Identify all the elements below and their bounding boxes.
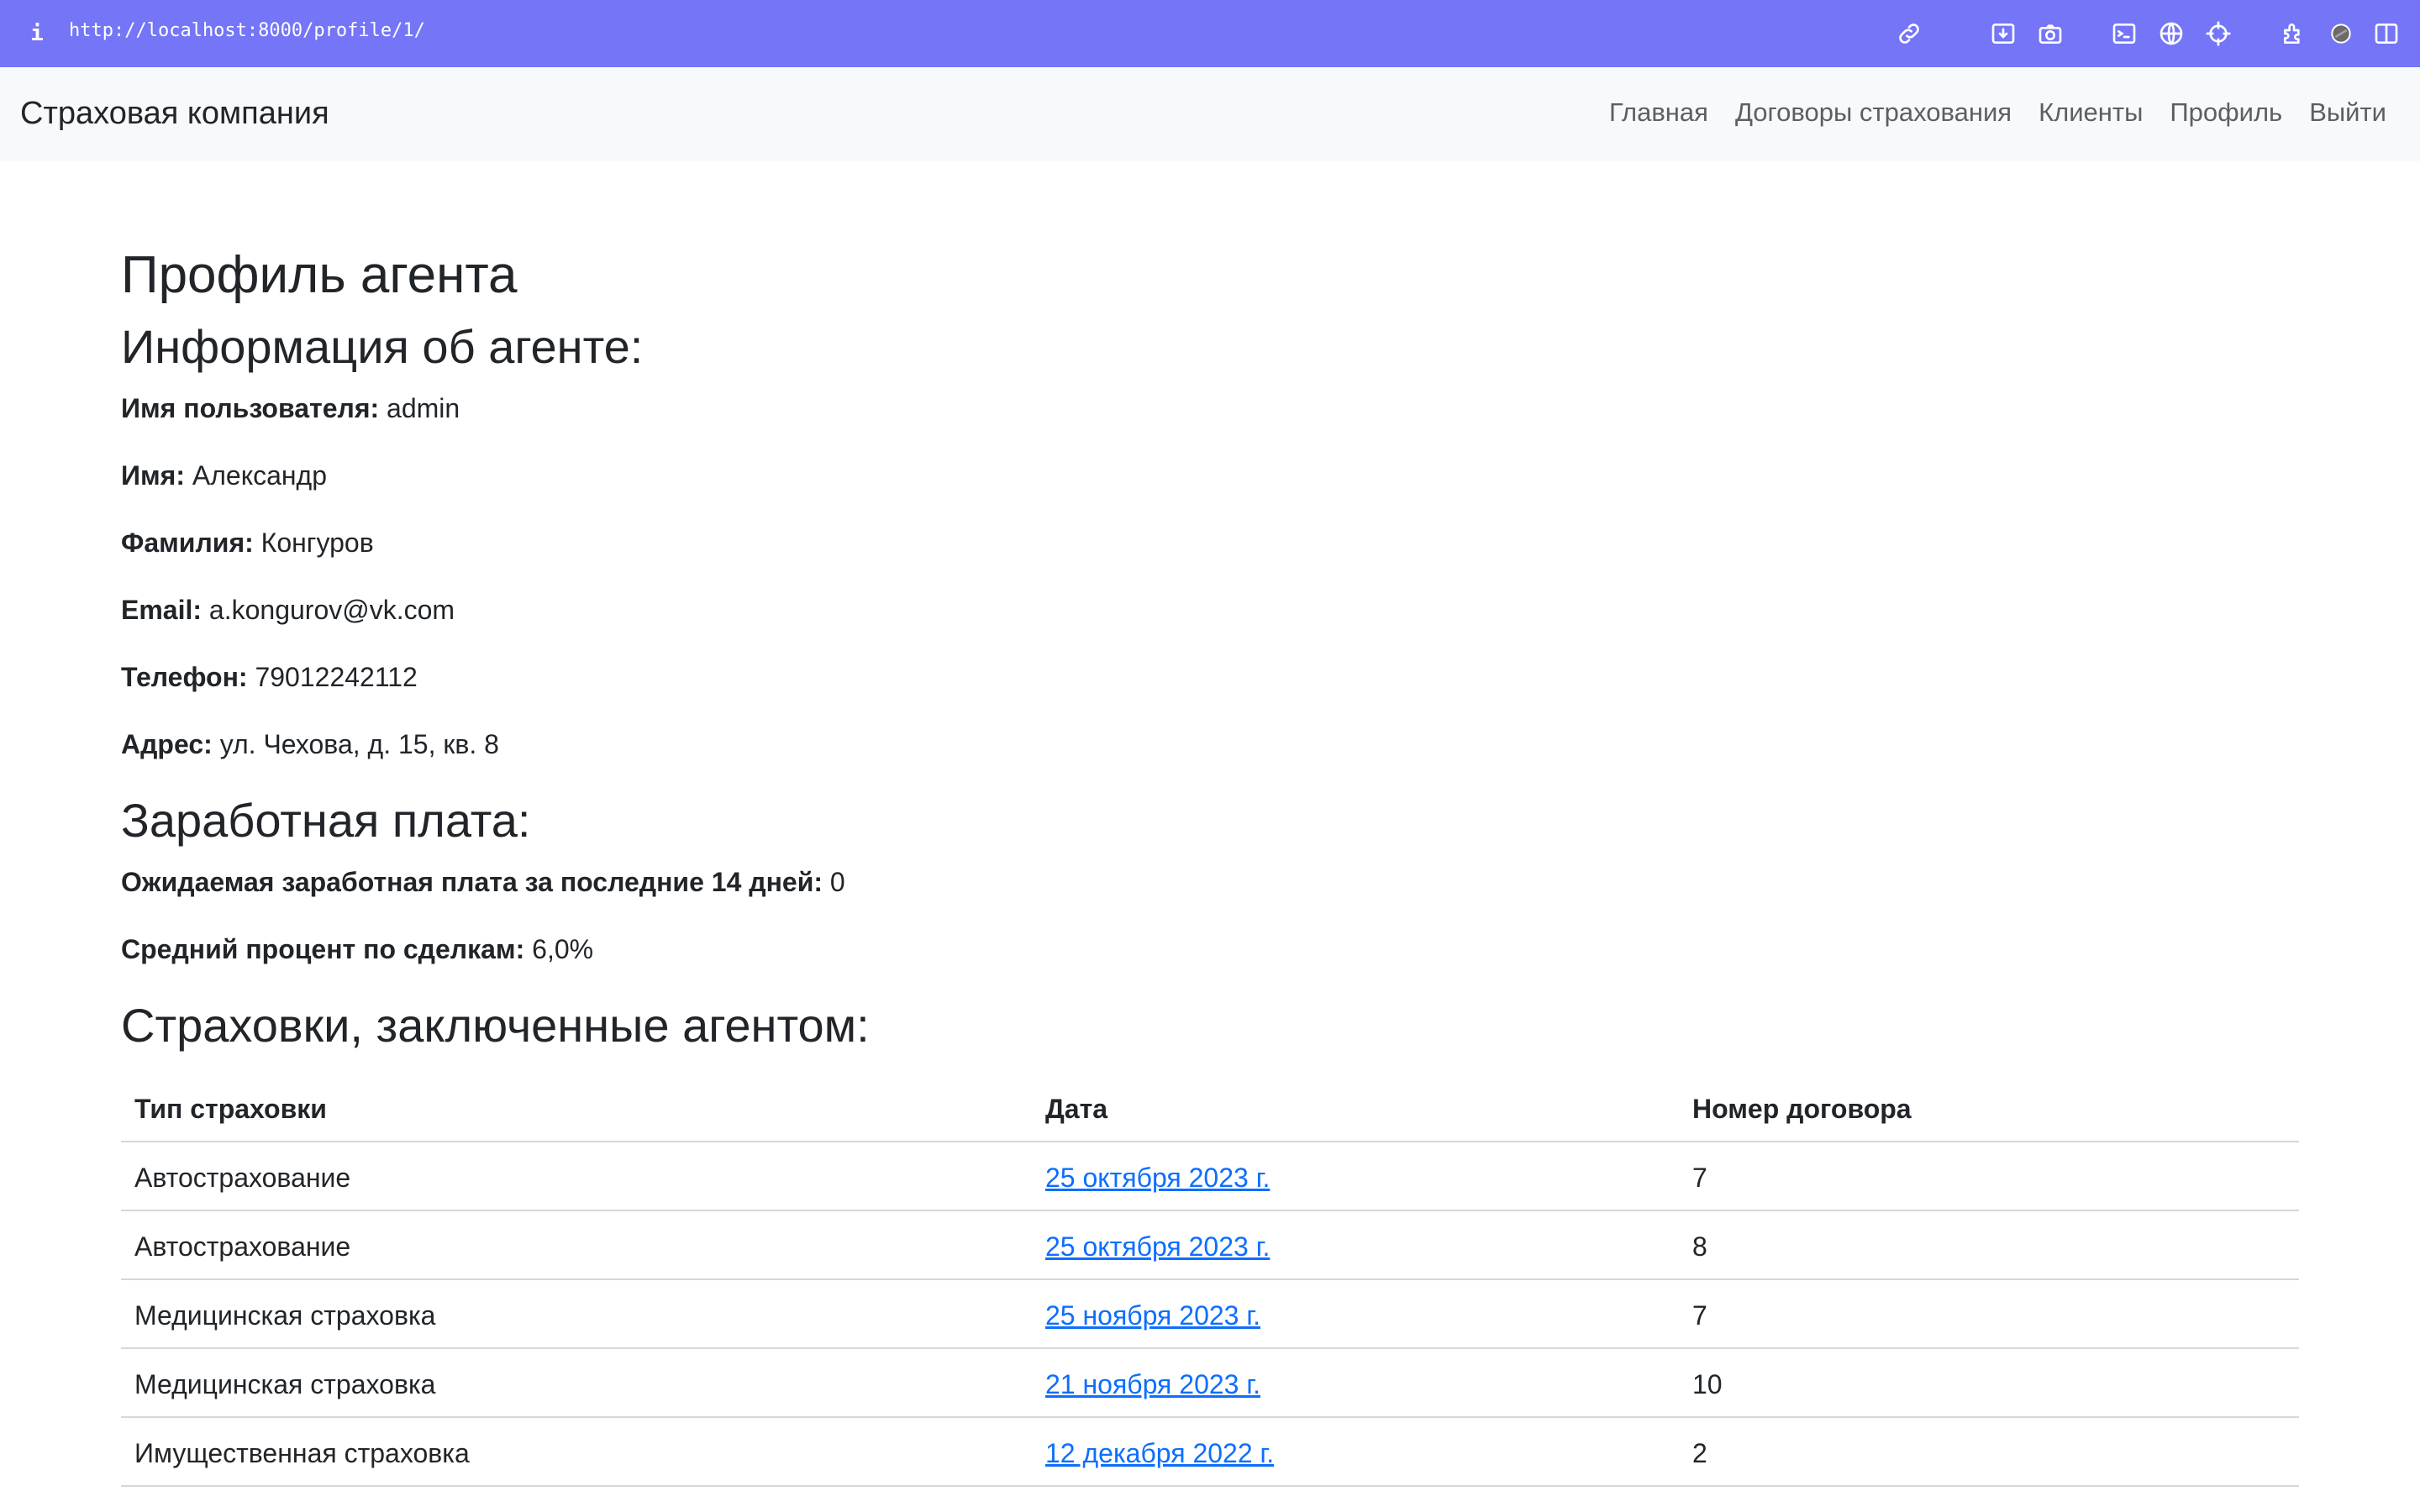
field-value: Конгуров <box>260 528 374 558</box>
page-title: Профиль агента <box>121 246 518 304</box>
browser-toolbar: i http://localhost:8000/profile/1/ <box>0 0 2420 67</box>
cell-number: 10 <box>1692 1369 1723 1399</box>
terminal-icon[interactable] <box>2109 18 2139 49</box>
field-value: Александр <box>192 460 327 491</box>
site-navbar: Страховая компания Главная Договоры стра… <box>0 67 2420 161</box>
column-header-type: Тип страховки <box>134 1094 327 1124</box>
cell-number: 2 <box>1692 1438 1707 1468</box>
cell-date: 12 декабря 2022 г. <box>1045 1438 1274 1469</box>
url-bar[interactable]: http://localhost:8000/profile/1/ <box>69 20 425 41</box>
field-label: Email: <box>121 595 203 625</box>
cell-number: 7 <box>1692 1163 1707 1193</box>
column-header-number: Номер договора <box>1692 1094 1912 1124</box>
field-email: Email: a.kongurov@vk.com <box>121 595 455 626</box>
cell-number: 8 <box>1692 1231 1707 1262</box>
field-label: Адрес: <box>121 729 213 759</box>
date-link[interactable]: 12 декабря 2022 г. <box>1045 1438 1274 1468</box>
brand-link[interactable]: Страховая компания <box>20 96 329 132</box>
date-link[interactable]: 25 октября 2023 г. <box>1045 1163 1270 1193</box>
field-value: 6,0% <box>532 934 594 964</box>
cell-date: 25 ноября 2023 г. <box>1045 1300 1260 1331</box>
field-value: ул. Чехова, д. 15, кв. 8 <box>219 729 499 759</box>
field-label: Телефон: <box>121 662 248 692</box>
cell-date: 25 октября 2023 г. <box>1045 1163 1270 1194</box>
download-icon[interactable] <box>1988 18 2018 49</box>
cell-date: 21 ноября 2023 г. <box>1045 1369 1260 1400</box>
extensions-icon[interactable] <box>2279 18 2309 49</box>
table-header-row: Тип страховки Дата Номер договора <box>121 1074 2299 1142</box>
table-row: Автострахование 25 октября 2023 г. 8 <box>121 1211 2299 1280</box>
cell-date: 25 октября 2023 г. <box>1045 1231 1270 1263</box>
column-header-date: Дата <box>1045 1094 1108 1124</box>
nav-link-profile[interactable]: Профиль <box>2170 97 2282 128</box>
field-label: Имя пользователя: <box>121 393 380 423</box>
info-icon[interactable]: i <box>27 18 47 49</box>
nav-link-clients[interactable]: Клиенты <box>2039 97 2143 128</box>
nav-link-logout[interactable]: Выйти <box>2309 97 2386 128</box>
cell-type: Имущественная страховка <box>134 1438 470 1468</box>
field-last-name: Фамилия: Конгуров <box>121 528 374 559</box>
field-label: Имя: <box>121 460 185 491</box>
field-phone: Телефон: 79012242112 <box>121 662 418 693</box>
field-value: 0 <box>829 867 845 897</box>
field-label: Фамилия: <box>121 528 254 558</box>
camera-icon[interactable] <box>2035 18 2065 49</box>
table-row: Автострахование 25 октября 2023 г. 7 <box>121 1142 2299 1211</box>
link-icon[interactable] <box>1894 18 1924 49</box>
field-average-percent: Средний процент по сделкам: 6,0% <box>121 934 593 965</box>
table-row: Имущественная страховка 12 декабря 2022 … <box>121 1418 2299 1487</box>
policies-table: Тип страховки Дата Номер договора Автост… <box>121 1074 2299 1487</box>
nav-link-contracts[interactable]: Договоры страхования <box>1735 97 2012 128</box>
profile-circle-icon[interactable] <box>2326 18 2356 49</box>
field-label: Ожидаемая заработная плата за последние … <box>121 867 823 897</box>
agent-info-heading: Информация об агенте: <box>121 320 644 373</box>
date-link[interactable]: 21 ноября 2023 г. <box>1045 1369 1260 1399</box>
globe-icon[interactable] <box>2156 18 2186 49</box>
nav-link-home[interactable]: Главная <box>1609 97 1708 128</box>
field-value: a.kongurov@vk.com <box>208 595 455 625</box>
table-row: Медицинская страховка 21 ноября 2023 г. … <box>121 1349 2299 1418</box>
policies-heading: Страховки, заключенные агентом: <box>121 999 870 1052</box>
cell-type: Автострахование <box>134 1163 351 1193</box>
table-row: Медицинская страховка 25 ноября 2023 г. … <box>121 1280 2299 1349</box>
date-link[interactable]: 25 октября 2023 г. <box>1045 1231 1270 1262</box>
salary-heading: Заработная плата: <box>121 794 531 847</box>
cell-type: Автострахование <box>134 1231 351 1262</box>
date-link[interactable]: 25 ноября 2023 г. <box>1045 1300 1260 1331</box>
crosshair-icon[interactable] <box>2203 18 2233 49</box>
cell-type: Медицинская страховка <box>134 1369 436 1399</box>
field-label: Средний процент по сделкам: <box>121 934 525 964</box>
field-value: admin <box>387 393 460 423</box>
nav-links: Главная Договоры страхования Клиенты Про… <box>1609 97 2386 128</box>
cell-number: 7 <box>1692 1300 1707 1331</box>
cell-type: Медицинская страховка <box>134 1300 436 1331</box>
field-username: Имя пользователя: admin <box>121 393 460 424</box>
field-address: Адрес: ул. Чехова, д. 15, кв. 8 <box>121 729 499 760</box>
field-first-name: Имя: Александр <box>121 460 327 491</box>
field-value: 79012242112 <box>255 662 418 692</box>
sidebar-icon[interactable] <box>2371 18 2402 49</box>
field-expected-salary: Ожидаемая заработная плата за последние … <box>121 867 845 898</box>
